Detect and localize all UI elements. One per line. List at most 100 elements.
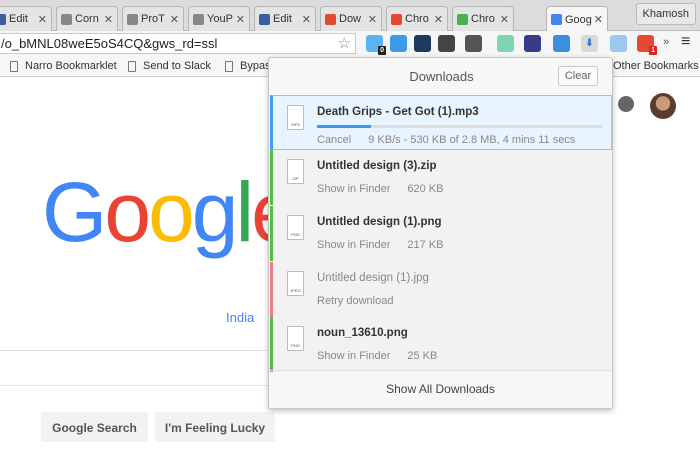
favicon-icon: [193, 13, 204, 25]
tab-title: YouP: [207, 13, 233, 25]
download-status: 620 KB: [407, 183, 444, 195]
divider: [0, 350, 268, 351]
bookmark-star-icon[interactable]: ☆: [338, 34, 351, 53]
tab-title: Chro: [405, 13, 429, 25]
favicon-icon: [127, 13, 138, 25]
region-label: India: [226, 310, 255, 325]
badge: 1: [649, 46, 657, 55]
tab[interactable]: Corn ✕: [56, 6, 118, 31]
tab-title: Corn: [75, 13, 99, 25]
close-tab-icon[interactable]: ✕: [500, 13, 509, 26]
notifications-icon[interactable]: [618, 96, 634, 112]
bookmark-label: Other Bookmarks: [613, 60, 699, 72]
favicon-icon: [457, 13, 468, 25]
downloads-panel: Downloads Clear MP3 Death Grips - Get Go…: [268, 57, 613, 409]
camera-icon[interactable]: [390, 35, 407, 52]
download-item[interactable]: PNG noun_13610.png Show in Finder 25 KB: [270, 317, 612, 372]
download-action-link[interactable]: Show in Finder: [317, 183, 390, 195]
favicon-icon: [391, 13, 402, 25]
file-jpeg-icon: JPEG: [287, 271, 304, 296]
download-status: 25 KB: [407, 350, 438, 362]
google-search-button[interactable]: Google Search: [41, 412, 148, 442]
bookmark-narro[interactable]: Narro Bookmarklet: [10, 60, 117, 72]
download-item[interactable]: ZIP Untitled design (3).zip Show in Finde…: [270, 150, 612, 205]
sound-wave-icon[interactable]: [497, 35, 514, 52]
tab[interactable]: Edit ✕: [0, 6, 52, 31]
address-bar[interactable]: /o_bMNL08weE5oS4CQ&gws_rd=ssl ☆: [0, 33, 356, 54]
download-progress-bar: [317, 125, 602, 128]
favicon-icon: [61, 13, 72, 25]
download-badge-icon[interactable]: 1: [637, 35, 657, 55]
tab-strip: Edit ✕ Corn ✕ ProT ✕ YouP ✕ Edit ✕ Dow ✕ Chro ✕ Chro ✕ G…: [0, 0, 700, 32]
close-tab-icon[interactable]: ✕: [368, 13, 377, 26]
close-tab-icon[interactable]: ✕: [434, 13, 443, 26]
tab[interactable]: Goog ✕: [546, 6, 608, 32]
plug-icon[interactable]: [465, 35, 482, 52]
tab-title: Edit: [9, 13, 28, 25]
feeling-lucky-button[interactable]: I'm Feeling Lucky: [155, 412, 275, 442]
download-status: 217 KB: [407, 239, 444, 251]
profile-button[interactable]: Khamosh: [635, 3, 696, 25]
tab[interactable]: Chro ✕: [386, 6, 448, 31]
page-icon: [128, 60, 136, 72]
shield-v-icon[interactable]: [553, 35, 570, 52]
close-tab-icon[interactable]: ✕: [38, 13, 47, 26]
file-mp3-icon: MP3: [287, 105, 304, 130]
menu-icon[interactable]: ≡: [681, 33, 690, 51]
tab[interactable]: Dow ✕: [320, 6, 382, 31]
clear-button[interactable]: Clear: [558, 66, 598, 86]
file-name: Untitled design (1).png: [317, 216, 442, 228]
favicon-icon: [0, 13, 6, 25]
badge: 0: [378, 46, 386, 55]
close-tab-icon[interactable]: ✕: [302, 13, 311, 26]
extensions-overflow-icon[interactable]: »: [663, 36, 669, 48]
bookmark-label: Bypas: [240, 60, 271, 72]
page-icon: [225, 60, 233, 72]
ghostery-icon[interactable]: 0: [366, 35, 386, 55]
n-icon[interactable]: [524, 35, 541, 52]
download-action-link[interactable]: Show in Finder: [317, 350, 390, 362]
tab[interactable]: ProT ✕: [122, 6, 184, 31]
download-item[interactable]: PNG Untitled design (1).png Show in Finde…: [270, 206, 612, 261]
tab[interactable]: YouP ✕: [188, 6, 250, 31]
close-tab-icon[interactable]: ✕: [104, 13, 113, 26]
download-status: 9 KB/s - 530 KB of 2.8 MB, 4 mins 11 sec…: [368, 134, 576, 146]
download-item[interactable]: MP3 Death Grips - Get Got (1).mp3 Cancel 9…: [270, 95, 612, 150]
circle-d-icon[interactable]: [438, 35, 455, 52]
bookmark-label: Narro Bookmarklet: [25, 60, 117, 72]
other-bookmarks[interactable]: Other Bookmarks: [613, 60, 699, 72]
download-action-link[interactable]: Show in Finder: [317, 239, 390, 251]
download-item[interactable]: JPEG Untitled design (1).jpg Retry downlo…: [270, 262, 612, 317]
url-text: /o_bMNL08weE5oS4CQ&gws_rd=ssl: [1, 36, 218, 51]
download-action-link[interactable]: Cancel: [317, 134, 351, 146]
tab[interactable]: Edit ✕: [254, 6, 316, 31]
file-name: Death Grips - Get Got (1).mp3: [317, 106, 479, 118]
avatar[interactable]: [650, 93, 676, 119]
tab-title: Goog: [565, 13, 592, 26]
file-png-icon: PNG: [287, 326, 304, 351]
bookmark-bypass[interactable]: Bypas: [225, 60, 271, 72]
favicon-icon: [551, 14, 562, 25]
bookmark-label: Send to Slack: [143, 60, 211, 72]
close-tab-icon[interactable]: ✕: [594, 13, 603, 26]
tab[interactable]: Chro ✕: [452, 6, 514, 31]
file-zip-icon: ZIP: [287, 159, 304, 184]
favicon-icon: [325, 13, 336, 25]
toolbar: /o_bMNL08weE5oS4CQ&gws_rd=ssl ☆ 0 ⬇ 1 » ≡: [0, 31, 700, 56]
file-name: Untitled design (3).zip: [317, 160, 437, 172]
page-icon[interactable]: [610, 35, 627, 52]
download-icon[interactable]: ⬇: [581, 35, 598, 52]
close-tab-icon[interactable]: ✕: [236, 13, 245, 26]
tab-title: Edit: [273, 13, 292, 25]
tab-title: Chro: [471, 13, 495, 25]
show-all-downloads-button[interactable]: Show All Downloads: [269, 370, 612, 408]
file-name: noun_13610.png: [317, 327, 408, 339]
tab-title: ProT: [141, 13, 165, 25]
bookmark-send-to-slack[interactable]: Send to Slack: [128, 60, 211, 72]
file-png-icon: PNG: [287, 215, 304, 240]
m-shield-icon[interactable]: [414, 35, 431, 52]
file-name: Untitled design (1).jpg: [317, 272, 429, 284]
close-tab-icon[interactable]: ✕: [170, 13, 179, 26]
search-input[interactable]: [0, 385, 268, 386]
download-action-link[interactable]: Retry download: [317, 295, 393, 307]
